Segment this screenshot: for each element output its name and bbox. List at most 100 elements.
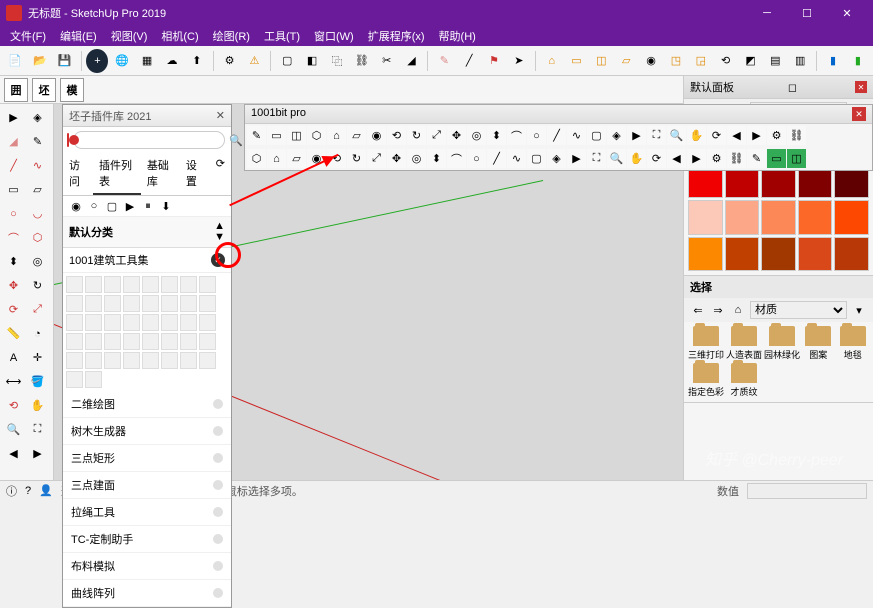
plugin-tool-27[interactable] (123, 333, 140, 350)
maximize-button[interactable]: ☐ (787, 0, 827, 26)
ft-tool-37[interactable]: ⬍ (427, 149, 446, 168)
plugin-tool-25[interactable] (85, 333, 102, 350)
rotate3d-icon[interactable]: ⟲ (715, 49, 737, 73)
ft-tool-33[interactable]: ↻ (347, 149, 366, 168)
ft-tool-22[interactable]: ✋ (687, 126, 706, 145)
material-item[interactable]: 指定色彩 (688, 363, 724, 398)
ft-tool-47[interactable]: ✋ (627, 149, 646, 168)
plugin-tool-28[interactable] (142, 333, 159, 350)
ft-tool-0[interactable]: ✎ (247, 126, 266, 145)
ft-tool-46[interactable]: 🔍 (607, 149, 626, 168)
ft-tool-16[interactable]: ∿ (567, 126, 586, 145)
plugin-tool-23[interactable] (199, 314, 216, 331)
ft-tool-48[interactable]: ⟳ (647, 149, 666, 168)
scale-icon[interactable]: ⤢ (26, 298, 49, 321)
menu-view[interactable]: 视图(V) (105, 26, 154, 46)
fwd2-icon[interactable]: ⇒ (710, 302, 726, 318)
ft-tool-26[interactable]: ⚙ (767, 126, 786, 145)
ft-tool-17[interactable]: ▢ (587, 126, 606, 145)
material-item[interactable]: 三维打印 (688, 326, 724, 361)
ft-tool-36[interactable]: ◎ (407, 149, 426, 168)
ft-tool-50[interactable]: ▶ (687, 149, 706, 168)
plugin-tool-4[interactable] (142, 276, 159, 293)
menu-camera[interactable]: 相机(C) (155, 26, 204, 46)
plugin-tool-37[interactable] (161, 352, 178, 369)
prev-icon[interactable]: ◀ (2, 442, 25, 465)
plugin-tool-18[interactable] (104, 314, 121, 331)
ft-tool-31[interactable]: ◉ (307, 149, 326, 168)
plugin-tool-3[interactable] (123, 276, 140, 293)
ft-tool-24[interactable]: ◀ (727, 126, 746, 145)
color-swatch[interactable] (761, 200, 796, 235)
home2-icon[interactable]: ⌂ (730, 302, 746, 318)
green-box-icon[interactable]: ▮ (847, 49, 869, 73)
ft-tool-4[interactable]: ⌂ (327, 126, 346, 145)
menu-help[interactable]: 帮助(H) (433, 26, 482, 46)
next-icon[interactable]: ▶ (26, 442, 49, 465)
ft-tool-21[interactable]: 🔍 (667, 126, 686, 145)
menu-window[interactable]: 窗口(W) (308, 26, 360, 46)
tab-plugin-list[interactable]: 插件列表 (93, 153, 141, 195)
plugin-tool-6[interactable] (180, 276, 197, 293)
plugin-tool-10[interactable] (104, 295, 121, 312)
plugin-tool-40[interactable] (66, 371, 83, 388)
scissors-icon[interactable]: ✂ (376, 49, 398, 73)
pan-icon[interactable]: ✋ (26, 394, 49, 417)
new-icon[interactable]: 📄 (4, 49, 26, 73)
house-icon[interactable]: ⌂ (541, 49, 563, 73)
plugin-list-item[interactable]: 拉绳工具 (63, 499, 231, 526)
paint-icon[interactable]: 🪣 (26, 370, 49, 393)
material-item[interactable]: 人造表面 (726, 326, 762, 361)
plugin-tool-30[interactable] (180, 333, 197, 350)
protractor-icon[interactable]: ◔ (26, 322, 49, 345)
plugin-list-item[interactable]: TC-定制助手 (63, 526, 231, 553)
person-icon[interactable]: 👤 (39, 484, 53, 497)
color-swatch[interactable] (725, 237, 760, 272)
plugin-tool-12[interactable] (142, 295, 159, 312)
plugin-tool-29[interactable] (161, 333, 178, 350)
rect-tool-icon[interactable]: ▭ (2, 178, 25, 201)
drop-icon[interactable]: ◉ (640, 49, 662, 73)
circle-icon[interactable]: ○ (2, 202, 25, 225)
unstack-icon[interactable]: ▥ (789, 49, 811, 73)
warning-icon[interactable]: ⚠ (244, 49, 266, 73)
plugin-tool-33[interactable] (85, 352, 102, 369)
ft-tool-38[interactable]: ⌒ (447, 149, 466, 168)
minimize-button[interactable]: ─ (747, 0, 787, 26)
model-button[interactable]: 模 (60, 78, 84, 102)
flag-icon[interactable]: ⚑ (483, 49, 505, 73)
ft-tool-8[interactable]: ↻ (407, 126, 426, 145)
plugin-list-item[interactable]: 三点建面 (63, 472, 231, 499)
plugin-tool-16[interactable] (66, 314, 83, 331)
ft-tool-5[interactable]: ▱ (347, 126, 366, 145)
color-swatch[interactable] (688, 200, 723, 235)
plugin-tool-17[interactable] (85, 314, 102, 331)
plugin-tool-39[interactable] (199, 352, 216, 369)
arc2-icon[interactable]: ⌒ (2, 226, 25, 249)
cube2-icon[interactable]: ◳ (665, 49, 687, 73)
polygon-icon[interactable]: ⬡ (26, 226, 49, 249)
plugin-tool-36[interactable] (142, 352, 159, 369)
ft-tool-40[interactable]: ╱ (487, 149, 506, 168)
eraser-icon[interactable]: ◢ (2, 130, 25, 153)
cube-icon[interactable]: ◧ (301, 49, 323, 73)
ft-tool-32[interactable]: ⟲ (327, 149, 346, 168)
ctrl-eye-icon[interactable]: ◉ (69, 199, 83, 213)
ft-tool-42[interactable]: ▢ (527, 149, 546, 168)
ft-tool-18[interactable]: ◈ (607, 126, 626, 145)
plugin-tool-13[interactable] (161, 295, 178, 312)
menu-draw[interactable]: 绘图(R) (207, 26, 256, 46)
back2-icon[interactable]: ⇐ (690, 302, 706, 318)
color-swatch[interactable] (725, 200, 760, 235)
close-button[interactable]: ✕ (827, 0, 867, 26)
ft-tool-29[interactable]: ⌂ (267, 149, 286, 168)
plugin-tool-19[interactable] (123, 314, 140, 331)
plugin-list-item[interactable]: 二维绘图 (63, 391, 231, 418)
plugin-search-input[interactable] (73, 131, 225, 149)
menu-file[interactable]: 文件(F) (4, 26, 52, 46)
ft-tool-34[interactable]: ⤢ (367, 149, 386, 168)
plugin-tool-24[interactable] (66, 333, 83, 350)
ft-tool-51[interactable]: ⚙ (707, 149, 726, 168)
ft-tool-12[interactable]: ⬍ (487, 126, 506, 145)
open-icon[interactable]: 📂 (29, 49, 51, 73)
